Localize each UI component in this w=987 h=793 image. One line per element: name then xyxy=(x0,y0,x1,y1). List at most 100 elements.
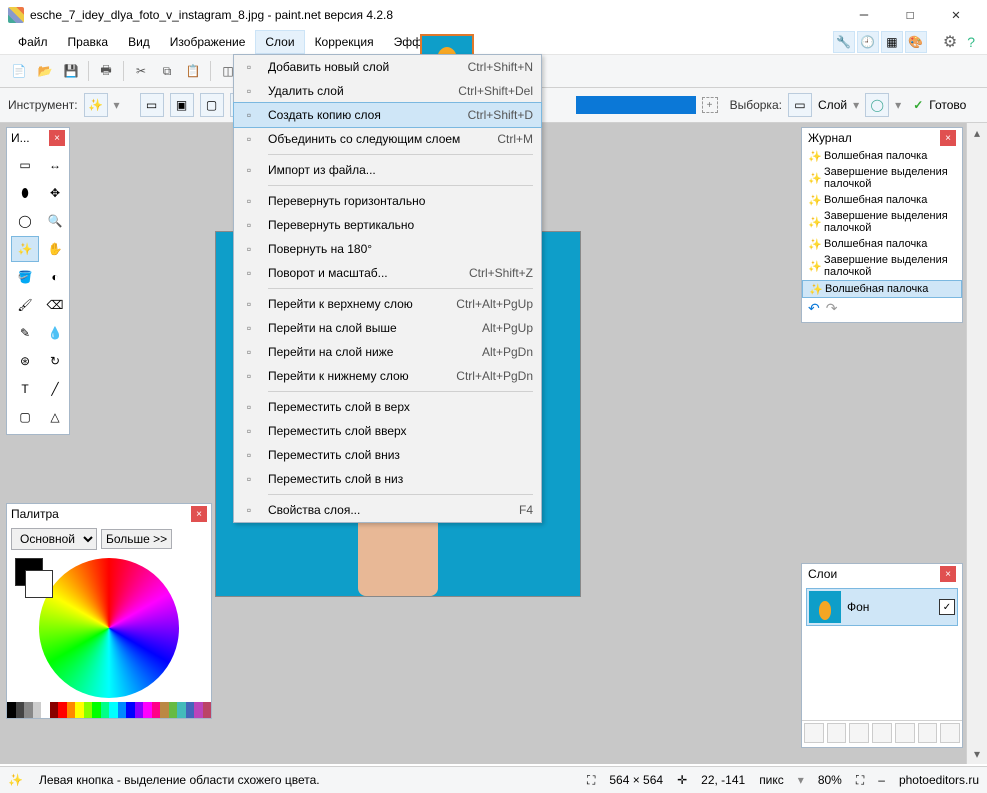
cut-icon[interactable]: ✂ xyxy=(130,60,152,82)
tool-recolor[interactable]: ↻ xyxy=(41,348,69,374)
menu-item[interactable]: ▫Перейти на слой нижеAlt+PgDn xyxy=(234,340,541,364)
copy-icon[interactable]: ⧉ xyxy=(156,60,178,82)
layers-window-toggle[interactable]: ▦ xyxy=(881,31,903,53)
palette-color[interactable] xyxy=(109,702,118,718)
menu-item[interactable]: ▫Переместить слой в верх xyxy=(234,395,541,419)
menu-item[interactable]: ▫Удалить слойCtrl+Shift+Del xyxy=(234,79,541,103)
menu-item[interactable]: ▫Добавить новый слойCtrl+Shift+N xyxy=(234,55,541,79)
props-layer-icon[interactable] xyxy=(940,723,960,743)
tool-text[interactable]: T xyxy=(11,376,39,402)
tolerance-fill[interactable] xyxy=(576,96,696,114)
status-zoom[interactable]: 80% xyxy=(818,773,842,787)
secondary-swatch[interactable] xyxy=(25,570,53,598)
zoom-out-icon[interactable]: – xyxy=(878,773,885,787)
close-icon[interactable]: × xyxy=(940,130,956,146)
tool-pick-icon[interactable]: ✨ xyxy=(84,93,108,117)
tools-window-toggle[interactable]: 🔧 xyxy=(833,31,855,53)
flood-mode-icon[interactable]: ◯ xyxy=(865,93,889,117)
history-item[interactable]: ✨Волшебная палочка xyxy=(802,280,962,298)
tool-lasso[interactable]: ⬮ xyxy=(11,180,39,206)
tool-pan[interactable]: ✋ xyxy=(41,236,69,262)
palette-color[interactable] xyxy=(169,702,178,718)
palette-color[interactable] xyxy=(135,702,144,718)
close-icon[interactable]: × xyxy=(49,130,65,146)
menu-correction[interactable]: Коррекция xyxy=(305,30,384,54)
palette-color[interactable] xyxy=(143,702,152,718)
history-item[interactable]: ✨Завершение выделения палочкой xyxy=(802,164,962,192)
menu-edit[interactable]: Правка xyxy=(58,30,119,54)
status-unit[interactable]: пикс xyxy=(759,773,784,787)
tool-pencil[interactable]: ✎ xyxy=(11,320,39,346)
palette-color[interactable] xyxy=(92,702,101,718)
undo-icon[interactable]: ↶ xyxy=(808,300,820,320)
help-icon[interactable]: ? xyxy=(963,34,979,50)
plus-icon[interactable]: + xyxy=(702,97,718,113)
zoom-fit-icon[interactable]: ⛶ xyxy=(856,773,864,788)
tool-shapes[interactable]: △ xyxy=(41,404,69,430)
menu-item[interactable]: ▫Переместить слой вверх xyxy=(234,419,541,443)
palette-color[interactable] xyxy=(16,702,25,718)
tool-brush[interactable]: 🖌 xyxy=(11,292,39,318)
tool-zoom[interactable]: 🔍 xyxy=(41,208,69,234)
menu-item[interactable]: ▫Свойства слоя...F4 xyxy=(234,498,541,522)
palette-color[interactable] xyxy=(24,702,33,718)
layer-row[interactable]: Фон ✓ xyxy=(806,588,958,626)
tool-move-sel[interactable]: ↔ xyxy=(41,152,69,178)
menu-item[interactable]: ▫Повернуть на 180° xyxy=(234,237,541,261)
color-mode-select[interactable]: Основной xyxy=(11,528,97,550)
tool-rect[interactable]: ▢ xyxy=(11,404,39,430)
sample-layer-icon[interactable]: ▭ xyxy=(788,93,812,117)
palette-color[interactable] xyxy=(194,702,203,718)
palette-color[interactable] xyxy=(186,702,195,718)
sel-replace-icon[interactable]: ▭ xyxy=(140,93,164,117)
palette-color[interactable] xyxy=(152,702,161,718)
save-icon[interactable]: 💾 xyxy=(60,60,82,82)
open-icon[interactable]: 📂 xyxy=(34,60,56,82)
new-icon[interactable]: 📄 xyxy=(8,60,30,82)
menu-item[interactable]: ▫Перейти на слой вышеAlt+PgUp xyxy=(234,316,541,340)
colors-window-toggle[interactable]: 🎨 xyxy=(905,31,927,53)
palette-color[interactable] xyxy=(33,702,42,718)
up-layer-icon[interactable] xyxy=(895,723,915,743)
history-item[interactable]: ✨Завершение выделения палочкой xyxy=(802,252,962,280)
menu-item[interactable]: ▫Импорт из файла... xyxy=(234,158,541,182)
tool-eraser[interactable]: ⌫ xyxy=(41,292,69,318)
history-item[interactable]: ✨Волшебная палочка xyxy=(802,236,962,252)
del-layer-icon[interactable] xyxy=(827,723,847,743)
menu-image[interactable]: Изображение xyxy=(160,30,256,54)
down-layer-icon[interactable] xyxy=(918,723,938,743)
scroll-up-icon[interactable]: ▴ xyxy=(967,123,987,143)
merge-layer-icon[interactable] xyxy=(872,723,892,743)
history-item[interactable]: ✨Завершение выделения палочкой xyxy=(802,208,962,236)
palette-color[interactable] xyxy=(58,702,67,718)
history-window-toggle[interactable]: 🕘 xyxy=(857,31,879,53)
color-strip[interactable] xyxy=(7,702,211,718)
palette-color[interactable] xyxy=(41,702,50,718)
layer-visible-checkbox[interactable]: ✓ xyxy=(939,599,955,615)
color-swatches[interactable] xyxy=(15,558,53,598)
tool-fill[interactable]: 🪣 xyxy=(11,264,39,290)
palette-color[interactable] xyxy=(126,702,135,718)
palette-color[interactable] xyxy=(67,702,76,718)
sel-add-icon[interactable]: ▣ xyxy=(170,93,194,117)
history-item[interactable]: ✨Волшебная палочка xyxy=(802,148,962,164)
sel-sub-icon[interactable]: ▢ xyxy=(200,93,224,117)
tool-gradient[interactable]: ◐ xyxy=(41,264,69,290)
menu-item[interactable]: ▫Переместить слой в низ xyxy=(234,467,541,491)
vertical-scrollbar[interactable]: ▴ ▾ xyxy=(966,123,987,764)
settings-icon[interactable]: ⚙ xyxy=(939,32,961,52)
close-icon[interactable]: × xyxy=(191,506,207,522)
color-wheel[interactable] xyxy=(39,558,179,698)
scroll-down-icon[interactable]: ▾ xyxy=(967,744,987,764)
palette-color[interactable] xyxy=(50,702,59,718)
palette-color[interactable] xyxy=(177,702,186,718)
menu-item[interactable]: ▫Перевернуть вертикально xyxy=(234,213,541,237)
menu-item[interactable]: ▫Перейти к нижнему слоюCtrl+Alt+PgDn xyxy=(234,364,541,388)
menu-item[interactable]: ▫Поворот и масштаб...Ctrl+Shift+Z xyxy=(234,261,541,285)
menu-file[interactable]: Файл xyxy=(8,30,58,54)
tool-picker[interactable]: 💧 xyxy=(41,320,69,346)
menu-item[interactable]: ▫Переместить слой вниз xyxy=(234,443,541,467)
paste-icon[interactable]: 📋 xyxy=(182,60,204,82)
palette-color[interactable] xyxy=(118,702,127,718)
close-button[interactable]: ✕ xyxy=(933,0,979,30)
